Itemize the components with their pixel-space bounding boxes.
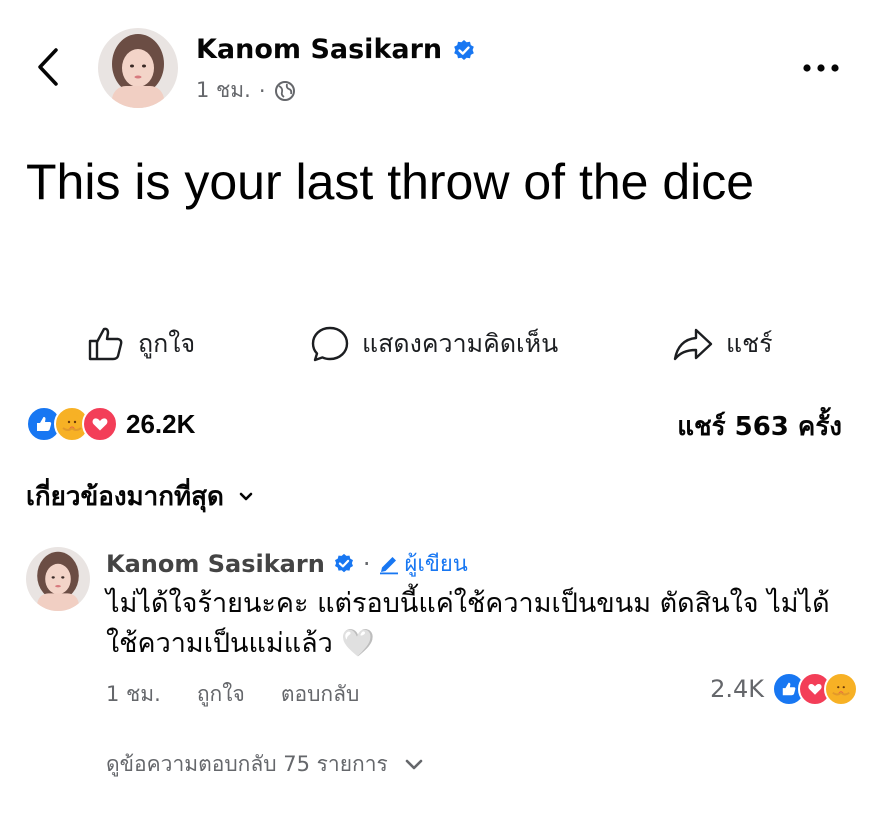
post-author[interactable]: Kanom Sasikarn [196,34,476,65]
meta-separator: · [258,78,266,103]
globe-icon [274,80,295,101]
post-time[interactable]: 1 ชม. [196,74,251,107]
chevron-down-icon [239,492,253,500]
chevron-left-icon [38,48,58,86]
share-arrow-icon [673,328,713,361]
comment-time[interactable]: 1 ชม. [106,678,161,711]
author-badge: ผู้เขียน [378,546,468,581]
comment-text: ไม่ได้ใจร้ายนะคะ แต่รอบนี้แค่ใช้ความเป็น… [106,588,830,659]
comment-button[interactable]: แสดงความคิดเห็น [310,322,558,366]
view-replies-button[interactable]: ดูข้อความตอบกลับ 75 รายการ [106,748,424,781]
avatar-image [26,547,90,611]
author-avatar[interactable] [98,28,178,108]
post-meta: 1 ชม. · [196,74,296,107]
view-replies-label: ดูข้อความตอบกลับ 75 รายการ [106,752,388,776]
author-badge-label: ผู้เขียน [404,552,468,577]
chevron-down-icon [405,759,423,769]
comment-reactions[interactable]: 2.4K [710,672,858,706]
comment-separator: · [362,549,371,578]
more-horizontal-icon [803,64,839,72]
share-button[interactable]: แชร์ [672,322,773,366]
like-button[interactable]: ถูกใจ [86,322,195,366]
reactions-summary[interactable]: 26.2K [26,404,195,444]
post-text: This is your last throw of the dice [26,154,755,210]
like-label: ถูกใจ [138,329,196,358]
verified-badge-icon [453,39,474,60]
thumbs-up-icon [88,327,123,361]
comment-meta: 1 ชม. ถูกใจ ตอบกลับ [106,678,359,711]
care-reaction-icon [824,672,858,706]
reaction-count[interactable]: 26.2K [126,409,195,440]
pencil-icon [380,556,399,574]
back-button[interactable] [34,44,64,90]
share-label: แชร์ [726,329,773,358]
share-count[interactable]: แชร์ 563 ครั้ง [677,406,842,447]
sort-label: เกี่ยวข้องมากที่สุด [26,482,224,512]
commenter-avatar[interactable] [26,547,90,611]
more-options-button[interactable] [800,54,842,82]
comment-sort-dropdown[interactable]: เกี่ยวข้องมากที่สุด [26,476,254,517]
author-name[interactable]: Kanom Sasikarn [196,34,442,65]
avatar-image [98,28,178,108]
comment-reply-button[interactable]: ตอบกลับ [281,678,360,711]
comment-reaction-count: 2.4K [710,675,764,703]
comment-like-button[interactable]: ถูกใจ [197,678,245,711]
comment-label: แสดงความคิดเห็น [362,329,559,358]
comment-bubble-icon [311,326,349,362]
comment-author-line: Kanom Sasikarn · ผู้เขียน [106,546,468,581]
verified-badge-icon [334,553,353,572]
comment-author[interactable]: Kanom Sasikarn [106,550,325,578]
love-reaction-icon [82,406,118,442]
